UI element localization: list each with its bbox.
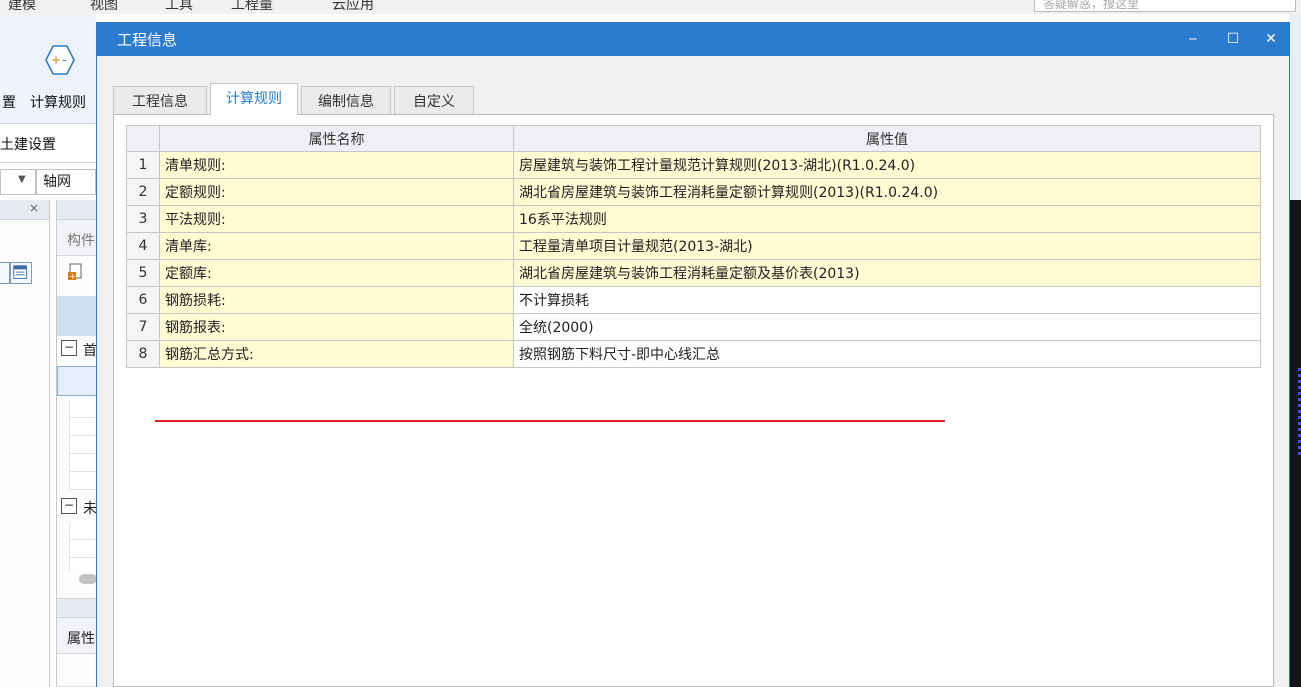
close-button[interactable]: ✕ [1259,27,1283,51]
project-info-dialog: 工程信息 ‒ ☐ ✕ 工程信息 计算规则 编制信息 自定义 属性名称 属性值 1… [96,22,1290,687]
row-number-header [126,125,160,152]
row-number: 1 [126,151,160,179]
property-row [57,654,97,687]
tree-grid [69,522,97,572]
tab-custom[interactable]: 自定义 [394,86,474,116]
panel-list-button[interactable] [10,262,32,284]
collapse-icon[interactable]: − [61,498,77,514]
svg-text:-: - [62,53,66,67]
property-value[interactable]: 工程量清单项目计量规范(2013-湖北) [513,232,1261,260]
dialog-titlebar[interactable]: 工程信息 ‒ ☐ ✕ [97,22,1289,56]
property-value[interactable]: 湖北省房屋建筑与装饰工程消耗量定额及基价表(2013) [513,259,1261,287]
row-number: 4 [126,232,160,260]
app-menubar: 建模 视图 工具 工程量 云应用 答疑解惑，搜这里 [0,0,1301,14]
tab-project-info[interactable]: 工程信息 [113,86,207,116]
table-header-row: 属性名称 属性值 [126,125,1261,152]
property-name: 钢筋损耗: [159,286,514,314]
property-value[interactable]: 房屋建筑与装饰工程计量规范计算规则(2013-湖北)(R1.0.24.0) [513,151,1261,179]
row-number: 7 [126,313,160,341]
ribbon-settings-label[interactable]: 置 [2,92,16,112]
drawing-canvas [1290,200,1301,687]
calc-rule-button[interactable]: 计算规则 [30,92,86,112]
svg-text:+: + [69,272,76,281]
panel-header: × [0,200,49,220]
toolbar-background [1290,14,1301,200]
collapse-icon[interactable]: − [61,340,77,356]
selected-area [57,296,97,336]
tab-content: 属性名称 属性值 1 清单规则: 房屋建筑与装饰工程计量规范计算规则(2013-… [113,114,1274,687]
property-value[interactable]: 不计算损耗 [513,286,1261,314]
property-name: 定额规则: [159,178,514,206]
ribbon-divider [0,162,96,163]
dialog-title: 工程信息 [117,31,178,49]
horizontal-scrollbar[interactable] [79,574,97,584]
annotation-underline [155,420,945,422]
property-name: 平法规则: [159,205,514,233]
property-value[interactable]: 全统(2000) [513,313,1261,341]
property-value[interactable]: 16系平法规则 [513,205,1261,233]
table-row[interactable]: 1 清单规则: 房屋建筑与装饰工程计量规范计算规则(2013-湖北)(R1.0.… [126,151,1261,179]
maximize-button[interactable]: ☐ [1221,27,1245,51]
table-row[interactable]: 7 钢筋报表: 全统(2000) [126,313,1261,341]
svg-text:+: + [51,53,61,67]
panel-header [57,200,97,220]
property-header: 属性 [57,618,97,654]
selected-row[interactable] [57,366,97,396]
property-value[interactable]: 按照钢筋下料尺寸-即中心线汇总 [513,340,1261,368]
tree-grid [69,400,97,490]
navigation-panel: × [0,200,50,687]
table-row[interactable]: 6 钢筋损耗: 不计算损耗 [126,286,1261,314]
property-table: 属性名称 属性值 1 清单规则: 房屋建筑与装饰工程计量规范计算规则(2013-… [126,125,1261,368]
tab-calc-rules[interactable]: 计算规则 [210,83,298,115]
table-row[interactable]: 2 定额规则: 湖北省房屋建筑与装饰工程消耗量定额计算规则(2013)(R1.0… [126,178,1261,206]
tree-node-label[interactable]: 首 [83,340,97,360]
panel-header [57,598,97,618]
menu-item-cloud[interactable]: 云应用 [332,0,374,14]
property-name: 钢筋汇总方式: [159,340,514,368]
table-row[interactable]: 3 平法规则: 16系平法规则 [126,205,1261,233]
column-header-name: 属性名称 [159,125,514,152]
menu-item-tools[interactable]: 工具 [165,0,193,14]
table-row[interactable]: 5 定额库: 湖北省房屋建筑与装饰工程消耗量定额及基价表(2013) [126,259,1261,287]
floor-combo[interactable]: ▼ [0,169,36,195]
chevron-down-icon: ▼ [18,174,26,185]
ribbon-group-label: 土建设置 [0,137,56,153]
column-header-value: 属性值 [513,125,1261,152]
row-number: 3 [126,205,160,233]
table-row[interactable]: 4 清单库: 工程量清单项目计量规范(2013-湖北) [126,232,1261,260]
component-type-combo[interactable]: 轴网 [36,169,96,195]
minimize-button[interactable]: ‒ [1181,27,1205,51]
component-list-header: 构件 [57,220,97,256]
property-value[interactable]: 湖北省房屋建筑与装饰工程消耗量定额计算规则(2013)(R1.0.24.0) [513,178,1261,206]
new-component-icon[interactable]: + [67,263,85,281]
row-number: 2 [126,178,160,206]
menu-item-quantity[interactable]: 工程量 [231,0,273,14]
property-name: 钢筋报表: [159,313,514,341]
ribbon: + - 置 计算规则 [0,14,96,124]
row-number: 5 [126,259,160,287]
close-icon[interactable]: × [29,201,39,215]
menu-item-view[interactable]: 视图 [90,0,118,14]
component-panel: 构件 + − 首 − 未 属性 [56,200,97,687]
property-name: 清单库: [159,232,514,260]
tree-node-label[interactable]: 未 [83,498,97,518]
list-icon [13,265,27,279]
property-name: 定额库: [159,259,514,287]
table-row[interactable]: 8 钢筋汇总方式: 按照钢筋下料尺寸-即中心线汇总 [126,340,1261,368]
calc-rule-icon[interactable]: + - [44,44,76,76]
row-number: 6 [126,286,160,314]
row-number: 8 [126,340,160,368]
panel-tool-button[interactable] [0,262,10,284]
tab-compile-info[interactable]: 编制信息 [301,86,391,116]
menu-item-modeling[interactable]: 建模 [8,0,36,14]
help-search-input[interactable]: 答疑解惑，搜这里 [1034,0,1296,12]
property-name: 清单规则: [159,151,514,179]
